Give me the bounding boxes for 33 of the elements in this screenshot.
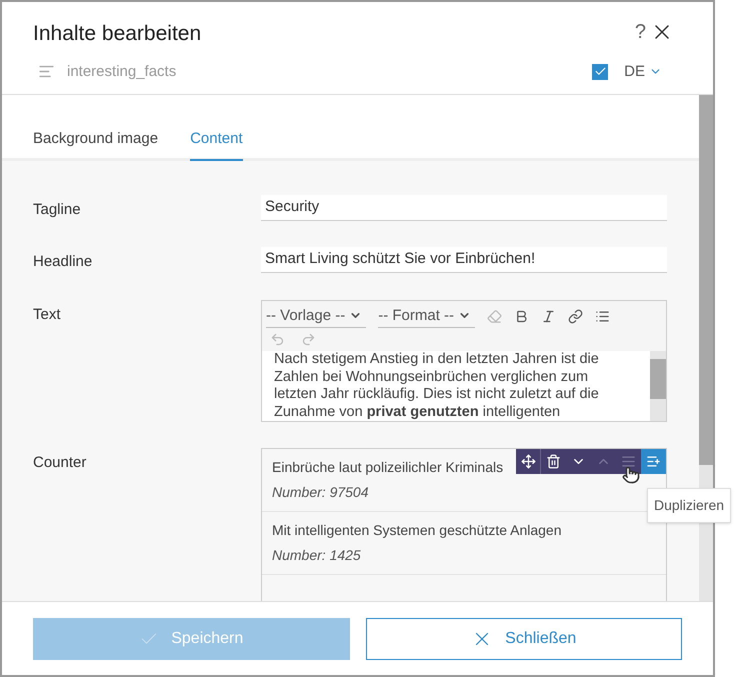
field-label: Tagline <box>33 200 82 220</box>
rich-text-editor[interactable] <box>261 300 667 422</box>
field-label: Headline <box>33 252 94 272</box>
italic-icon[interactable] <box>541 308 556 324</box>
trash-icon <box>546 454 561 469</box>
list-item-title[interactable]: Mit intelligenten Systemen geschützte Anlagen <box>272 520 656 541</box>
text-field[interactable]: Security <box>261 194 667 220</box>
list-icon[interactable] <box>595 308 610 324</box>
dialog-title: Inhalte bearbeiten <box>33 21 202 47</box>
move-icon <box>520 454 536 469</box>
checkbox[interactable] <box>592 64 608 80</box>
tab[interactable]: Background image <box>33 128 158 160</box>
editor-text: Nach stetigem Anstieg in den letzten Jahren ist die Zahlen bei Wohnungseinbrüchen verglichen zum letzten Jahr rückläufig. Dies ist nicht zuletzt auf die Zunahme von privat genutzten intelligenten <box>273 351 600 421</box>
lines-icon <box>621 454 636 469</box>
close-button[interactable]: Schließen <box>366 618 682 660</box>
list-item-number: Number: 97504 <box>272 483 370 502</box>
element-name: interesting_facts <box>67 62 176 82</box>
list-item-number: Number: 1425 <box>272 546 362 565</box>
tooltip: Duplizieren <box>647 488 732 523</box>
scrollbar-thumb[interactable] <box>699 95 713 465</box>
text-field[interactable]: Smart Living schützt Sie vor Einbrüchen! <box>261 247 667 273</box>
duplicate-button[interactable] <box>641 449 666 474</box>
scrollbar-thumb[interactable] <box>650 359 666 399</box>
field-label: Text <box>33 304 62 324</box>
bold-icon[interactable] <box>514 308 530 324</box>
template-select[interactable]: -- Vorlage -- <box>266 304 366 328</box>
duplicate-icon <box>646 454 661 469</box>
format-select[interactable]: -- Format -- <box>378 304 476 328</box>
hand-cursor-icon <box>622 466 640 484</box>
field-label: Counter <box>33 453 88 473</box>
help-button[interactable]: ? <box>634 16 646 47</box>
link-icon[interactable] <box>568 308 584 324</box>
language-select[interactable]: DE <box>624 60 662 83</box>
